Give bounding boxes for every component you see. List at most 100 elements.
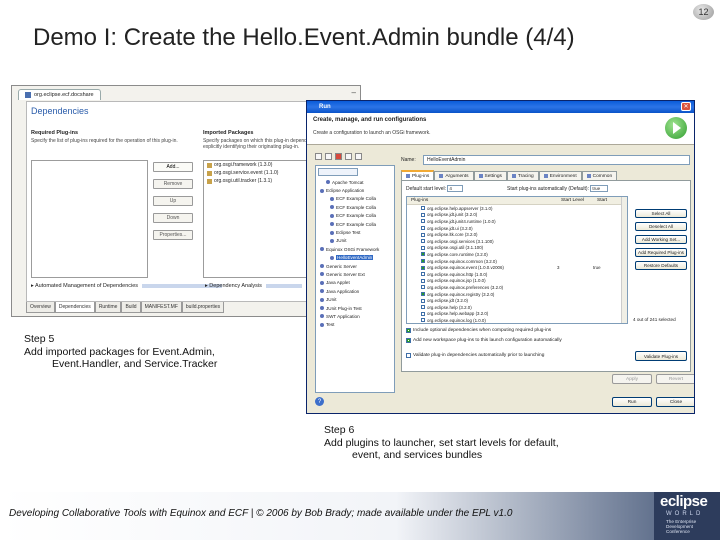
col-start-level[interactable]: Start Level: [557, 197, 593, 204]
plugin-checkbox[interactable]: [421, 272, 425, 277]
new-config-icon[interactable]: [315, 153, 322, 160]
plugin-checkbox[interactable]: [421, 278, 425, 283]
plugin-checkbox[interactable]: [421, 226, 425, 231]
tab-settings[interactable]: Settings: [473, 171, 507, 180]
run-button[interactable]: Run: [612, 397, 652, 407]
tab-manifest[interactable]: MANIFEST.MF: [140, 302, 182, 313]
table-row[interactable]: org.eclipse.osgi.services (3.1.100): [407, 238, 627, 245]
required-up-button[interactable]: Up: [153, 196, 193, 206]
deselect-all-button[interactable]: Deselect All: [635, 222, 687, 231]
tab-environment[interactable]: Environment: [538, 171, 582, 180]
tree-node[interactable]: Apache Tomcat: [316, 178, 394, 186]
filter-input[interactable]: [318, 168, 358, 176]
required-add-button[interactable]: Add...: [153, 162, 193, 172]
tab-overview[interactable]: Overview: [26, 302, 55, 313]
table-row[interactable]: org.eclipse.osgi.util (3.1.100): [407, 245, 627, 252]
table-row[interactable]: org.eclipse.equinox.log (1.0.0): [407, 317, 627, 323]
opt-include-optional[interactable]: Include optional dependencies when compu…: [406, 328, 551, 333]
minimize-icon[interactable]: –: [352, 88, 356, 97]
list-item[interactable]: org.osgi.util.tracker (1.3.1): [204, 177, 312, 185]
name-input[interactable]: HelloEventAdmin: [423, 155, 690, 165]
duplicate-config-icon[interactable]: [325, 153, 332, 160]
col-plugins[interactable]: Plug-ins: [407, 197, 557, 204]
opt-add-new-workspace[interactable]: Add new workspace plug-ins to this launc…: [406, 338, 562, 343]
plugins-table[interactable]: Plug-ins Start Level Start org.eclipse.h…: [406, 196, 628, 324]
apply-button[interactable]: Apply: [612, 374, 652, 384]
tree-node[interactable]: Equinox OSGi Framework: [316, 245, 394, 253]
tree-node[interactable]: JUnit: [316, 237, 394, 245]
tab-build-properties[interactable]: build.properties: [181, 302, 225, 313]
tree-node[interactable]: ECF Example Colla: [316, 195, 394, 203]
opt-validate[interactable]: Validate plug-in dependencies automatica…: [406, 353, 544, 358]
table-row[interactable]: org.eclipse.help.appserver (3.1.0): [407, 205, 627, 212]
collapse-all-icon[interactable]: [345, 153, 352, 160]
table-row[interactable]: org.eclipse.equinox.event (1.0.0.v2006) 3…: [407, 264, 627, 271]
list-item[interactable]: org.osgi.framework (1.3.0): [204, 161, 312, 169]
tree-node[interactable]: Generic Server: [316, 262, 394, 270]
required-properties-button[interactable]: Properties...: [153, 230, 193, 240]
default-start-spinner[interactable]: 4: [447, 185, 464, 192]
tree-node[interactable]: ECF Example Colla: [316, 220, 394, 228]
tree-node[interactable]: Test: [316, 321, 394, 329]
plugin-checkbox[interactable]: [421, 305, 425, 310]
tab-common[interactable]: Common: [581, 171, 618, 180]
tree-node[interactable]: Java Application: [316, 287, 394, 295]
close-icon[interactable]: ✕: [681, 102, 691, 111]
tab-tracing[interactable]: Tracing: [506, 171, 539, 180]
imported-packages-list[interactable]: org.osgi.framework (1.3.0) org.osgi.serv…: [203, 160, 313, 278]
tab-build[interactable]: Build: [121, 302, 141, 313]
table-row[interactable]: org.eclipse.equinox.http (1.0.0): [407, 271, 627, 278]
tree-node[interactable]: HelloEventAdmin: [316, 254, 394, 262]
close-button[interactable]: Close: [656, 397, 694, 407]
required-remove-button[interactable]: Remove: [153, 179, 193, 189]
tab-dependencies[interactable]: Dependencies: [54, 302, 95, 313]
tree-node[interactable]: ECF Example Colla: [316, 212, 394, 220]
plugin-checkbox[interactable]: [421, 318, 425, 323]
auto-mgmt-section[interactable]: ▸ Automated Management of Dependencies: [31, 283, 223, 289]
add-required-plugins-button[interactable]: Add Required Plug-ins: [635, 248, 687, 257]
table-row[interactable]: org.eclipse.jdt.junit (3.2.0): [407, 212, 627, 219]
list-item[interactable]: org.osgi.service.event (1.1.0): [204, 169, 312, 177]
table-row[interactable]: org.eclipse.equinox.common (3.2.0): [407, 258, 627, 265]
plugin-checkbox[interactable]: [421, 311, 425, 316]
tree-node[interactable]: Generic Server Ext: [316, 270, 394, 278]
checkbox[interactable]: [406, 328, 411, 333]
table-row[interactable]: org.eclipse.jdt.ui (3.2.0): [407, 225, 627, 232]
dep-analysis-section[interactable]: ▸ Dependency Analysis: [205, 283, 302, 289]
help-icon[interactable]: ?: [315, 397, 324, 406]
plugin-checkbox[interactable]: [421, 285, 425, 290]
tree-node[interactable]: JUnit Plug-in Test: [316, 304, 394, 312]
table-row[interactable]: org.eclipse.equinox.registry (3.2.0): [407, 291, 627, 298]
revert-button[interactable]: Revert: [656, 374, 694, 384]
validate-plugins-button[interactable]: Validate Plug-ins: [635, 351, 687, 361]
plugin-checkbox[interactable]: [421, 259, 425, 264]
tab-plugins[interactable]: Plug-ins: [401, 170, 435, 180]
tab-runtime[interactable]: Runtime: [94, 302, 122, 313]
table-row[interactable]: org.eclipse.equinox.preferences (3.2.0): [407, 284, 627, 291]
table-row[interactable]: org.eclipse.help (3.2.0): [407, 304, 627, 311]
required-down-button[interactable]: Down: [153, 213, 193, 223]
tree-node[interactable]: JUnit: [316, 295, 394, 303]
plugin-checkbox[interactable]: [421, 298, 425, 303]
plugin-checkbox[interactable]: [421, 219, 425, 224]
table-row[interactable]: org.eclipse.core.runtime (3.2.0): [407, 251, 627, 258]
filter-icon[interactable]: [355, 153, 362, 160]
tree-node[interactable]: ECF Example Colla: [316, 203, 394, 211]
plugin-checkbox[interactable]: [421, 252, 425, 257]
plugin-checkbox[interactable]: [421, 212, 425, 217]
select-all-button[interactable]: Select All: [635, 209, 687, 218]
checkbox[interactable]: [406, 338, 411, 343]
table-row[interactable]: org.eclipse.jdt.junit4.runtime (1.0.0): [407, 218, 627, 225]
tree-node[interactable]: Eclipse Application: [316, 186, 394, 194]
plugin-checkbox[interactable]: [421, 206, 425, 211]
plugin-checkbox[interactable]: [421, 239, 425, 244]
start-level-cell[interactable]: 3: [557, 265, 593, 270]
table-row[interactable]: org.eclipse.ltk.core (3.2.0): [407, 231, 627, 238]
tree-node[interactable]: SWT Application: [316, 312, 394, 320]
checkbox[interactable]: [406, 353, 411, 358]
table-scrollbar[interactable]: [621, 197, 627, 323]
add-working-set-button[interactable]: Add Working Set...: [635, 235, 687, 244]
tab-arguments[interactable]: Arguments: [434, 171, 474, 180]
plugin-checkbox[interactable]: [421, 245, 425, 250]
required-plugins-list[interactable]: [31, 160, 148, 278]
